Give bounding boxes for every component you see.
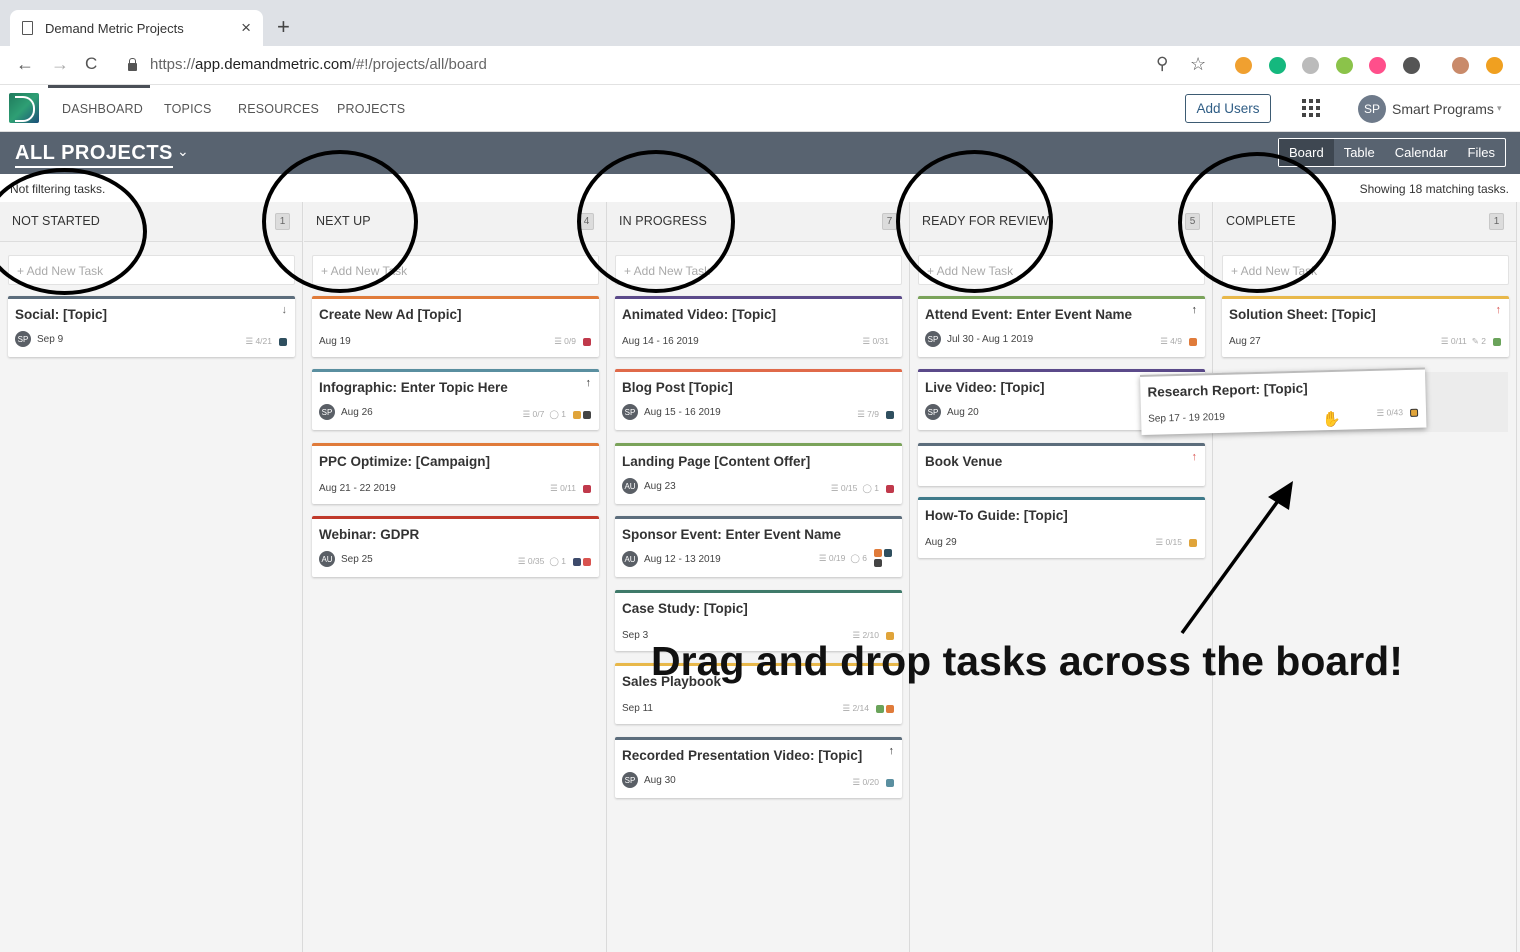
annotation-banner: Drag and drop tasks across the board!	[651, 638, 1403, 684]
annotation-arrow	[1180, 481, 1293, 635]
